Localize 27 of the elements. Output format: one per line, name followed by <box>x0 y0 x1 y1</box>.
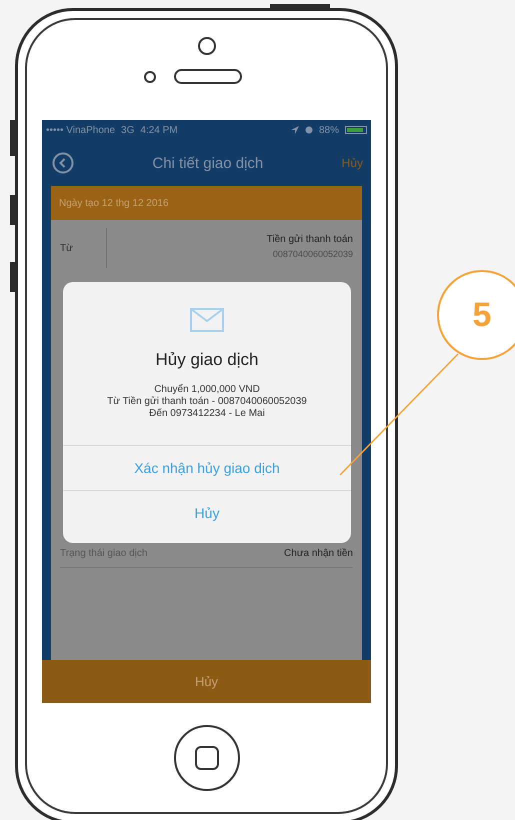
cancel-button[interactable]: Hủy <box>42 660 371 703</box>
battery-icon <box>345 126 367 134</box>
from-label: Từ <box>60 242 73 254</box>
account-number: 0087040060052039 <box>272 249 353 259</box>
dialog-message-line: Chuyển 1,000,000 VND <box>154 384 260 395</box>
account-name: Tiền gửi thanh toán <box>266 234 353 245</box>
network-label: 3G <box>121 124 134 136</box>
dialog-message-line: Đến 0973412234 - Le Mai <box>149 408 265 419</box>
step-number-badge: 5 <box>437 270 515 360</box>
back-icon[interactable] <box>52 152 74 174</box>
alarm-icon <box>304 126 313 134</box>
camera-icon <box>198 37 216 55</box>
dialog-title: Hủy giao dịch <box>155 350 258 370</box>
confirm-button[interactable]: Xác nhận hủy giao dịch <box>63 445 351 490</box>
carrier-label: ••••• VinaPhone <box>46 124 116 136</box>
envelope-icon <box>190 308 224 332</box>
cancel-link[interactable]: Hủy <box>342 156 363 170</box>
location-arrow-icon <box>290 126 299 134</box>
clock-label: 4:24 PM <box>140 124 178 136</box>
sensor-icon <box>144 70 156 82</box>
screen-title: Chi tiết giao dịch <box>151 154 264 172</box>
battery-percent: 88% <box>318 124 339 136</box>
speaker-icon <box>174 69 242 84</box>
cancel-button[interactable]: Hủy <box>63 490 351 534</box>
dialog-message-line: Từ Tiền gửi thanh toán - 0087040060052039 <box>107 396 307 407</box>
created-date: Ngày tạo 12 thg 12 2016 <box>51 186 362 220</box>
status-value: Chưa nhận tiền <box>284 548 353 559</box>
